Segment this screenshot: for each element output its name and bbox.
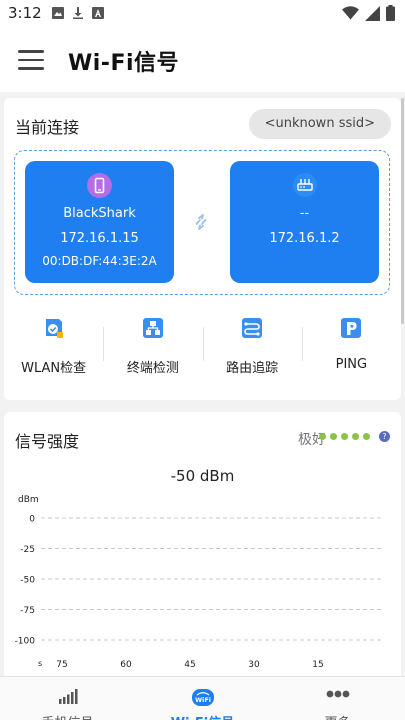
router-name: --: [299, 206, 310, 221]
signal-card: 信号强度 极好 ? -50 dBm dBm 0 -25 -50 -75 -100 s 75 60…: [4, 412, 401, 682]
system-icons: [342, 5, 395, 21]
y-tick-label: 0: [29, 515, 35, 525]
quality-dot: [330, 433, 337, 440]
cell-signal-icon: [365, 5, 380, 21]
connection-diagram: BlackShark 172.16.1.15 00:DB:DF:44:3E:2A: [14, 150, 390, 295]
x-tick-label: 45: [184, 660, 195, 670]
tool-label: WLAN检查: [21, 361, 87, 376]
help-icon[interactable]: ?: [379, 431, 390, 442]
phone-icon: [87, 173, 112, 198]
router-card[interactable]: -- 172.16.1.2: [230, 161, 379, 283]
nav-label: 手机信号: [0, 712, 135, 720]
y-tick-label: -25: [20, 545, 35, 555]
quality-dot: [341, 433, 348, 440]
nav-label: 更多: [270, 712, 405, 720]
signal-value: -50 dBm: [170, 467, 235, 485]
signal-title: 信号强度: [15, 432, 80, 451]
font-notification-icon: [92, 7, 104, 19]
local-device-name: BlackShark: [63, 206, 136, 221]
page-title: Wi-Fi信号: [68, 51, 180, 76]
router-ip: 172.16.1.2: [269, 231, 340, 246]
ssid-badge[interactable]: <unknown ssid>: [248, 109, 391, 139]
router-icon: [292, 173, 317, 197]
ping-button[interactable]: PING: [301, 313, 401, 383]
signal-bars-icon: [58, 689, 77, 704]
wlan-check-icon: [45, 319, 63, 338]
x-tick-label: 60: [120, 660, 132, 670]
nav-item-wifi-signal[interactable]: WiFi Wi-Fi信号: [135, 677, 270, 720]
status-bar: 3:12: [0, 0, 405, 28]
y-tick-label: -100: [15, 637, 36, 647]
x-tick-label: 30: [248, 660, 260, 670]
signal-quality-dots: [319, 433, 370, 440]
tool-row: WLAN检查 终端检测 路由追踪 PING: [4, 313, 401, 383]
tool-label: PING: [335, 357, 368, 372]
more-dots-icon: [326, 690, 349, 698]
x-axis-label: s: [38, 659, 42, 668]
local-device-mac: 00:DB:DF:44:3E:2A: [42, 254, 157, 268]
tool-label: 路由追踪: [226, 361, 279, 376]
download-notification-icon: [73, 7, 83, 19]
tool-label: 终端检测: [126, 361, 179, 376]
menu-icon[interactable]: [18, 50, 44, 70]
y-tick-label: -50: [20, 576, 35, 586]
image-notification-icon: [52, 7, 64, 19]
terminal-detect-button[interactable]: 终端检测: [103, 313, 202, 383]
nav-item-more[interactable]: 更多: [270, 677, 405, 720]
svg-text:WiFi: WiFi: [194, 696, 210, 704]
local-device-card[interactable]: BlackShark 172.16.1.15 00:DB:DF:44:3E:2A: [25, 161, 174, 283]
bottom-nav: 手机信号 WiFi Wi-Fi信号 更多: [0, 676, 405, 720]
current-connection-label: 当前连接: [15, 118, 80, 137]
status-time: 3:12: [8, 4, 42, 22]
quality-dot: [319, 433, 326, 440]
route-trace-icon: [242, 318, 263, 338]
battery-icon: [386, 5, 395, 21]
nav-item-phone-signal[interactable]: 手机信号: [0, 677, 135, 720]
quality-dot: [363, 433, 370, 440]
quality-dot: [352, 433, 359, 440]
signal-chart: dBm 0 -25 -50 -75 -100 s 75 60 45 30 15: [15, 495, 381, 670]
wlan-check-button[interactable]: WLAN检查: [4, 313, 103, 383]
nav-label: Wi-Fi信号: [135, 712, 270, 720]
route-trace-button[interactable]: 路由追踪: [202, 313, 302, 383]
notification-icons: [52, 7, 104, 19]
wifi-badge-icon: WiFi: [191, 689, 214, 706]
app-bar: Wi-Fi信号: [0, 28, 405, 92]
link-icon: [195, 214, 207, 230]
scrollbar[interactable]: [401, 98, 404, 324]
x-tick-label: 75: [56, 660, 67, 670]
y-axis-label: dBm: [18, 495, 39, 505]
ping-icon: [341, 318, 362, 338]
terminal-detect-icon: [142, 318, 163, 338]
x-tick-label: 15: [312, 660, 323, 670]
local-device-ip: 172.16.1.15: [60, 231, 139, 246]
wifi-status-icon: [342, 6, 359, 20]
y-tick-label: -75: [20, 606, 35, 616]
connection-card: 当前连接 <unknown ssid> BlackShark 172.16.1.…: [4, 98, 401, 400]
